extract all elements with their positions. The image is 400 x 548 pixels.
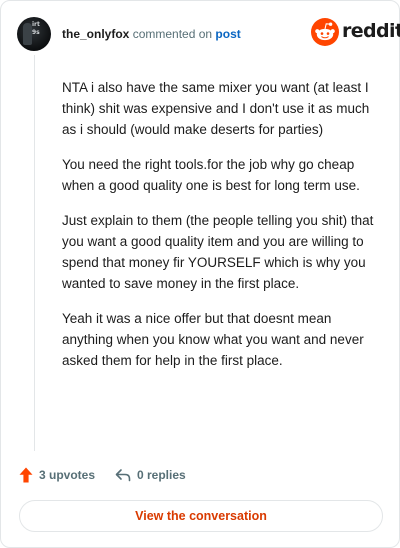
- comment-paragraph: NTA i also have the same mixer you want …: [62, 80, 370, 137]
- post-link[interactable]: post: [215, 27, 240, 41]
- comment-header: irt 9s the_onlyfox commented on post red…: [17, 15, 400, 53]
- reply-arrow-icon: [115, 469, 131, 482]
- comment-paragraph: Just explain to them (the people telling…: [62, 213, 374, 291]
- comment-paragraph: You need the right tools.for the job why…: [62, 157, 360, 193]
- reddit-wordmark: reddit: [342, 20, 400, 42]
- comment-footer: 3 upvotes 0 replies: [19, 465, 379, 485]
- comment-body: NTA i also have the same mixer you want …: [62, 77, 376, 385]
- reddit-snoo-icon: [311, 18, 339, 46]
- replies-count: 0 replies: [137, 468, 186, 482]
- action-text: commented on: [132, 27, 213, 41]
- comment-meta: the_onlyfox commented on post: [62, 27, 241, 41]
- comment-card: irt 9s the_onlyfox commented on post red…: [0, 0, 400, 548]
- replies-button[interactable]: 0 replies: [115, 465, 186, 485]
- upvote-count: 3 upvotes: [39, 468, 96, 482]
- thread-line: [34, 55, 35, 451]
- view-conversation-button[interactable]: View the conversation: [19, 500, 383, 532]
- avatar-figure: [23, 23, 32, 45]
- comment-paragraph: Yeah it was a nice offer but that doesnt…: [62, 311, 364, 368]
- upvote-arrow-icon: [19, 467, 33, 483]
- reddit-logo[interactable]: reddit: [311, 17, 400, 47]
- upvote-button[interactable]: 3 upvotes: [19, 465, 95, 485]
- username-link[interactable]: the_onlyfox: [62, 27, 129, 41]
- avatar-text: irt 9s: [32, 21, 40, 36]
- avatar[interactable]: irt 9s: [17, 17, 51, 51]
